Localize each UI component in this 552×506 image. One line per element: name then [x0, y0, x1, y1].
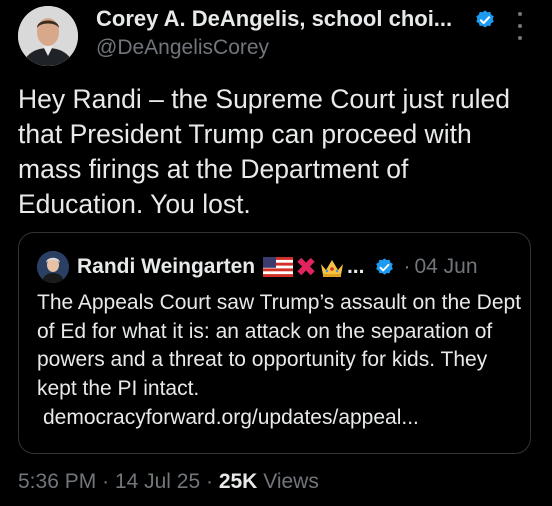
tweet-time[interactable]: 5:36 PM: [18, 470, 96, 493]
author-handle[interactable]: @DeAngelisCorey: [96, 36, 269, 60]
quote-header: Randi Weingarten ✖ ... · 04 Jun: [77, 252, 478, 282]
quote-link[interactable]: democracyforward.org/updates/appeal...: [43, 404, 419, 433]
views-label: Views: [263, 470, 319, 493]
tweet-date[interactable]: 14 Jul 25: [115, 470, 200, 493]
quote-date[interactable]: 04 Jun: [414, 255, 477, 279]
quote-text: The Appeals Court saw Trump’s assault on…: [37, 291, 522, 400]
views-count[interactable]: 25K: [219, 470, 258, 493]
quote-name-ellipsis: ...: [346, 255, 365, 278]
quote-separator: ·: [403, 255, 411, 278]
author-name[interactable]: Corey A. DeAngelis, school choi...: [96, 6, 452, 32]
quoted-tweet[interactable]: Randi Weingarten ✖ ... · 04 Jun The Appe…: [18, 232, 531, 454]
quote-author-name[interactable]: Randi Weingarten: [77, 255, 255, 279]
meta-separator: ·: [102, 470, 110, 493]
quote-author-avatar[interactable]: [37, 251, 69, 283]
verified-badge-icon: [476, 10, 494, 28]
author-avatar[interactable]: [18, 6, 78, 66]
tweet-meta: 5:36 PM · 14 Jul 25 · 25K Views: [18, 470, 319, 494]
us-flag-icon: [263, 257, 294, 277]
crown-icon: [320, 260, 343, 277]
red-x-icon: ✖: [295, 252, 317, 282]
more-options-icon[interactable]: [512, 12, 528, 40]
tweet-text: Hey Randi – the Supreme Court just ruled…: [18, 84, 510, 219]
meta-separator: ·: [205, 470, 213, 493]
quote-verified-badge-icon: [376, 257, 394, 275]
